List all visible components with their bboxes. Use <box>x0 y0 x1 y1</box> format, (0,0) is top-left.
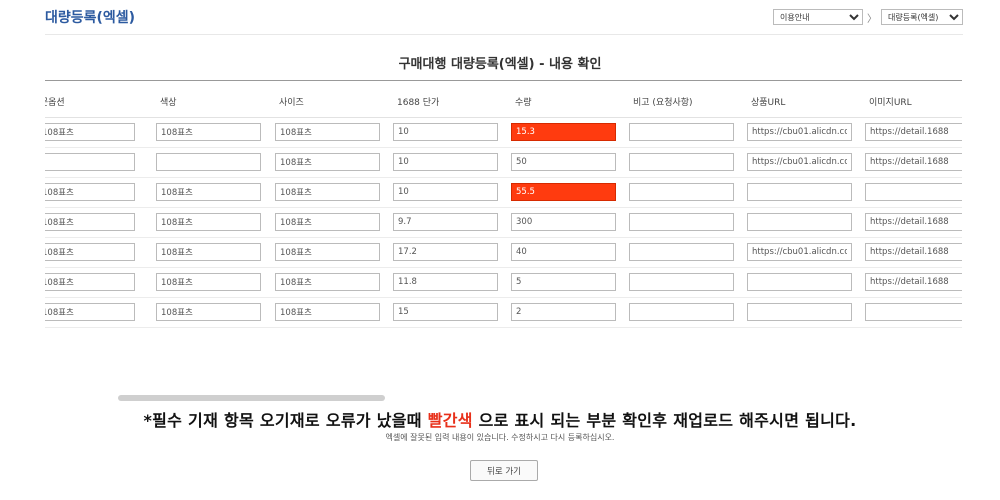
notice-suffix: 으로 표시 되는 부분 확인후 재업로드 해주시면 됩니다. <box>472 411 857 430</box>
cell-input[interactable] <box>156 213 261 231</box>
cell-input[interactable] <box>747 213 852 231</box>
cell-input[interactable] <box>629 303 734 321</box>
cell-input[interactable] <box>275 213 380 231</box>
cell-input[interactable] <box>275 273 380 291</box>
error-notice: *필수 기재 항목 오기재로 오류가 났을때 빨간색 으로 표시 되는 부분 확… <box>0 407 1000 431</box>
table-row <box>45 178 962 208</box>
cell-input[interactable] <box>865 273 962 291</box>
cell-input[interactable] <box>629 243 734 261</box>
column-header: 색상 <box>160 98 177 108</box>
cell-input[interactable] <box>393 273 498 291</box>
table-row <box>45 298 962 328</box>
data-table: ·문옵션 색상 사이즈 1688 단가 수량 비고 (요청사항) 상품URL 이미지URL <box>45 80 962 421</box>
column-header: 사이즈 <box>279 98 304 108</box>
notice-highlight: 빨간색 <box>427 411 473 430</box>
column-header: 비고 (요청사항) <box>633 98 693 108</box>
cell-input[interactable] <box>45 273 135 291</box>
cell-input[interactable] <box>45 243 135 261</box>
table-row <box>45 238 962 268</box>
section-title: 구매대행 대량등록(엑셀) - 내용 확인 <box>398 57 602 72</box>
cell-input[interactable] <box>629 213 734 231</box>
cell-input[interactable] <box>865 123 962 141</box>
scrollbar-thumb[interactable] <box>118 395 385 401</box>
breadcrumb-separator-icon: 〉 <box>867 13 877 25</box>
cell-input[interactable] <box>393 303 498 321</box>
cell-input[interactable] <box>156 243 261 261</box>
table-row <box>45 118 962 148</box>
cell-input[interactable] <box>511 213 616 231</box>
breadcrumb: 이용안내 〉 대량등록(엑셀) <box>773 9 963 25</box>
column-header: ·문옵션 <box>45 98 65 108</box>
table-row <box>45 268 962 298</box>
cell-input[interactable] <box>275 123 380 141</box>
cell-input[interactable] <box>156 273 261 291</box>
cell-input[interactable] <box>629 153 734 171</box>
cell-input[interactable] <box>747 123 852 141</box>
cell-input[interactable] <box>629 273 734 291</box>
breadcrumb-select-1[interactable]: 이용안내 <box>773 9 863 25</box>
cell-input[interactable] <box>275 243 380 261</box>
table-header-row: ·문옵션 색상 사이즈 1688 단가 수량 비고 (요청사항) 상품URL 이미지URL <box>45 81 962 118</box>
cell-input[interactable] <box>865 213 962 231</box>
column-header: 1688 단가 <box>397 98 440 108</box>
cell-input[interactable] <box>511 303 616 321</box>
back-button[interactable]: 뒤로 가기 <box>470 460 538 481</box>
table-row <box>45 208 962 238</box>
cell-input[interactable] <box>275 303 380 321</box>
cell-input[interactable] <box>393 153 498 171</box>
cell-input[interactable] <box>865 183 962 201</box>
cell-input[interactable] <box>156 153 261 171</box>
cell-input[interactable] <box>393 183 498 201</box>
cell-input[interactable] <box>747 153 852 171</box>
table-row <box>45 148 962 178</box>
cell-input[interactable] <box>511 273 616 291</box>
cell-input[interactable] <box>45 123 135 141</box>
cell-input[interactable] <box>511 153 616 171</box>
cell-input[interactable] <box>747 273 852 291</box>
cell-input[interactable] <box>629 123 734 141</box>
cell-input[interactable] <box>45 153 135 171</box>
header-divider <box>45 34 963 35</box>
cell-input[interactable] <box>511 243 616 261</box>
breadcrumb-select-2[interactable]: 대량등록(엑셀) <box>881 9 963 25</box>
column-header: 수량 <box>515 98 532 108</box>
cell-input[interactable] <box>45 303 135 321</box>
cell-input[interactable] <box>865 303 962 321</box>
cell-input[interactable] <box>275 153 380 171</box>
cell-input[interactable] <box>393 213 498 231</box>
horizontal-scrollbar[interactable] <box>118 395 478 402</box>
cell-input[interactable] <box>275 183 380 201</box>
page-title: 대량등록(엑셀) <box>45 10 136 26</box>
error-cell-input[interactable] <box>511 123 616 141</box>
cell-input[interactable] <box>629 183 734 201</box>
cell-input[interactable] <box>156 303 261 321</box>
column-header: 상품URL <box>751 98 786 108</box>
sub-notice: 엑셀에 잘못된 입력 내용이 있습니다. 수정하시고 다시 등록하십시오. <box>385 433 615 442</box>
cell-input[interactable] <box>747 243 852 261</box>
cell-input[interactable] <box>393 243 498 261</box>
cell-input[interactable] <box>865 153 962 171</box>
cell-input[interactable] <box>45 213 135 231</box>
error-cell-input[interactable] <box>511 183 616 201</box>
cell-input[interactable] <box>393 123 498 141</box>
cell-input[interactable] <box>865 243 962 261</box>
cell-input[interactable] <box>747 303 852 321</box>
notice-prefix: *필수 기재 항목 오기재로 오류가 났을때 <box>143 411 428 430</box>
cell-input[interactable] <box>156 183 261 201</box>
cell-input[interactable] <box>747 183 852 201</box>
cell-input[interactable] <box>45 183 135 201</box>
column-header: 이미지URL <box>869 98 912 108</box>
cell-input[interactable] <box>156 123 261 141</box>
